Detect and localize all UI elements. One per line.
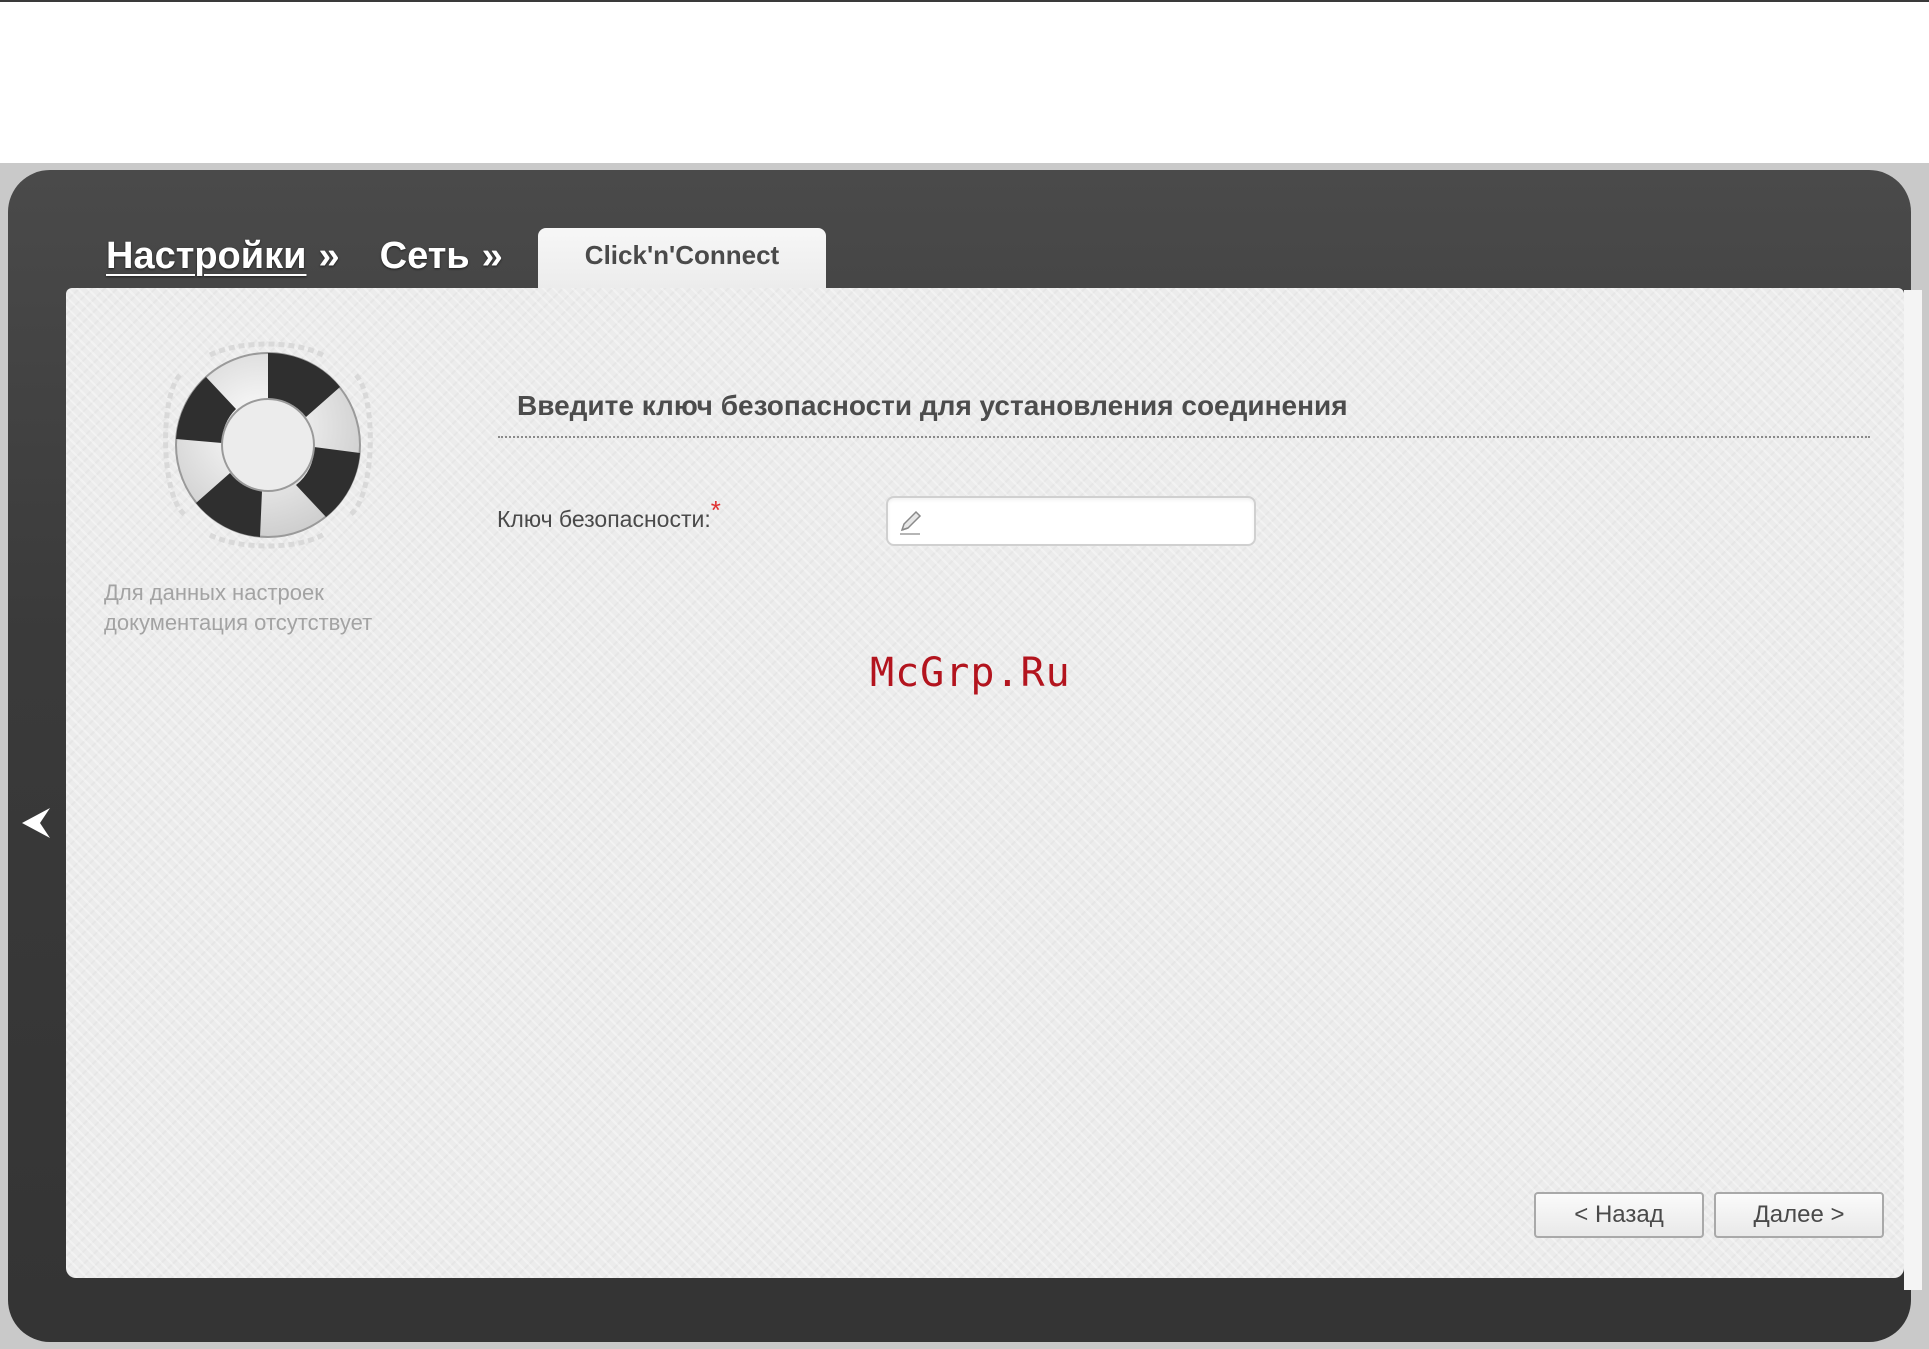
scroll-edge — [1904, 290, 1922, 1290]
required-mark: * — [710, 495, 721, 525]
pencil-icon — [900, 510, 922, 535]
back-button[interactable]: < Назад — [1534, 1192, 1704, 1238]
security-key-label-text: Ключ безопасности: — [497, 506, 711, 532]
section-title: Введите ключ безопасности для установлен… — [517, 390, 1348, 421]
documentation-note: Для данных настроек документация отсутст… — [104, 578, 424, 638]
breadcrumb: Настройки » Сеть » — [106, 230, 543, 282]
security-key-input[interactable] — [928, 502, 1252, 542]
breadcrumb-separator: » — [481, 235, 503, 277]
top-rule — [0, 0, 1929, 2]
breadcrumb-separator: » — [318, 235, 340, 277]
collapse-arrow-icon[interactable] — [20, 806, 52, 840]
security-key-field[interactable] — [886, 496, 1256, 546]
watermark-text: McGrp.Ru — [870, 650, 1071, 696]
breadcrumb-settings-link[interactable]: Настройки — [106, 230, 306, 282]
doc-note-line1: Для данных настроек — [104, 580, 324, 605]
tab-clickn-connect[interactable]: Click'n'Connect — [538, 228, 826, 288]
next-button[interactable]: Далее > — [1714, 1192, 1884, 1238]
section-divider — [498, 436, 1870, 438]
lifebuoy-icon — [163, 341, 373, 549]
doc-note-line2: документация отсутствует — [104, 610, 373, 635]
breadcrumb-network-link[interactable]: Сеть — [380, 230, 470, 282]
security-key-label: Ключ безопасности:* — [497, 495, 721, 534]
